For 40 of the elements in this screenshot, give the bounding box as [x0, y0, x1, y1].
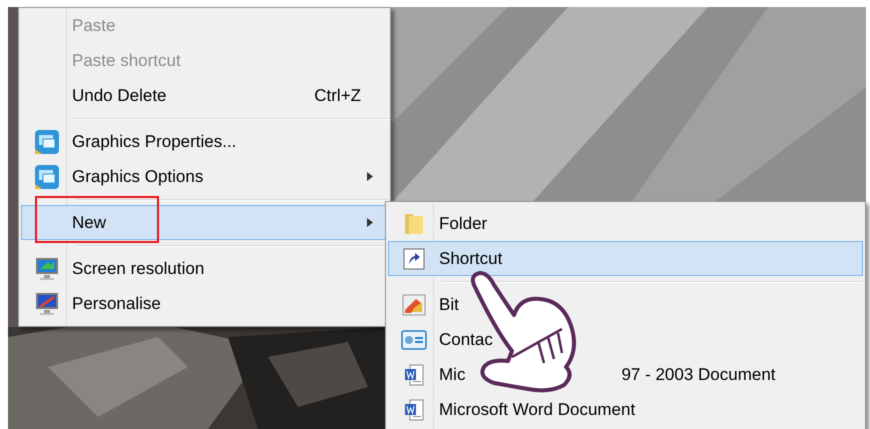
- paint-icon: [402, 294, 426, 316]
- menu-item-label: Graphics Properties...: [72, 132, 236, 152]
- menu-item[interactable]: Personalise: [21, 286, 388, 321]
- menu-item[interactable]: Microsoft Word Document: [388, 392, 863, 427]
- submenu-arrow-icon: [367, 172, 373, 181]
- graphics-icon: [34, 128, 60, 154]
- menu-item[interactable]: Graphics Properties...: [21, 124, 388, 159]
- menu-item-label: Undo Delete: [72, 86, 167, 106]
- menu-item-label: Screen resolution: [72, 258, 204, 278]
- menu-item-label: Bit: [439, 294, 459, 314]
- menu-item[interactable]: Undo Delete Ctrl+Z: [21, 78, 388, 113]
- menu-item-label: New: [72, 212, 106, 232]
- shortcut-icon: [403, 248, 425, 270]
- menu-item-label: Mic: [439, 364, 466, 384]
- menu-item[interactable]: Bit: [388, 287, 863, 322]
- menu-item[interactable]: Shortcut: [388, 241, 863, 276]
- shortcut-text: Ctrl+Z: [314, 86, 361, 106]
- menu-item[interactable]: Mic 97 - 2003 Document: [388, 357, 863, 392]
- graphics-icon: [34, 164, 60, 190]
- contact-card-icon: [401, 330, 427, 350]
- menu-item-label: Paste shortcut: [72, 50, 181, 70]
- menu-item[interactable]: Contac: [388, 322, 863, 357]
- menu-item[interactable]: Screen resolution: [21, 251, 388, 286]
- menu-item[interactable]: Folder: [388, 206, 863, 241]
- monitor-icon: [34, 290, 60, 316]
- document-icon: [403, 362, 425, 386]
- menu-item-label: 97 - 2003 Document: [621, 364, 776, 384]
- menu-item-label: Shortcut: [439, 248, 502, 268]
- menu-item-label: Personalise: [72, 294, 161, 314]
- menu-item-label: Contac: [439, 330, 493, 350]
- menu-item[interactable]: Graphics Options: [21, 159, 388, 194]
- menu-item-label: Folder: [439, 214, 488, 234]
- folder-icon: [403, 212, 425, 236]
- menu-item-label: Paste: [72, 16, 116, 36]
- menu-item[interactable]: New: [21, 205, 388, 240]
- monitor-icon: [34, 256, 60, 282]
- menu-item-label: Microsoft Word Document: [439, 400, 636, 420]
- submenu-arrow-icon: [367, 218, 373, 227]
- menu-item-label: Graphics Options: [72, 166, 204, 186]
- document-icon: [403, 398, 425, 422]
